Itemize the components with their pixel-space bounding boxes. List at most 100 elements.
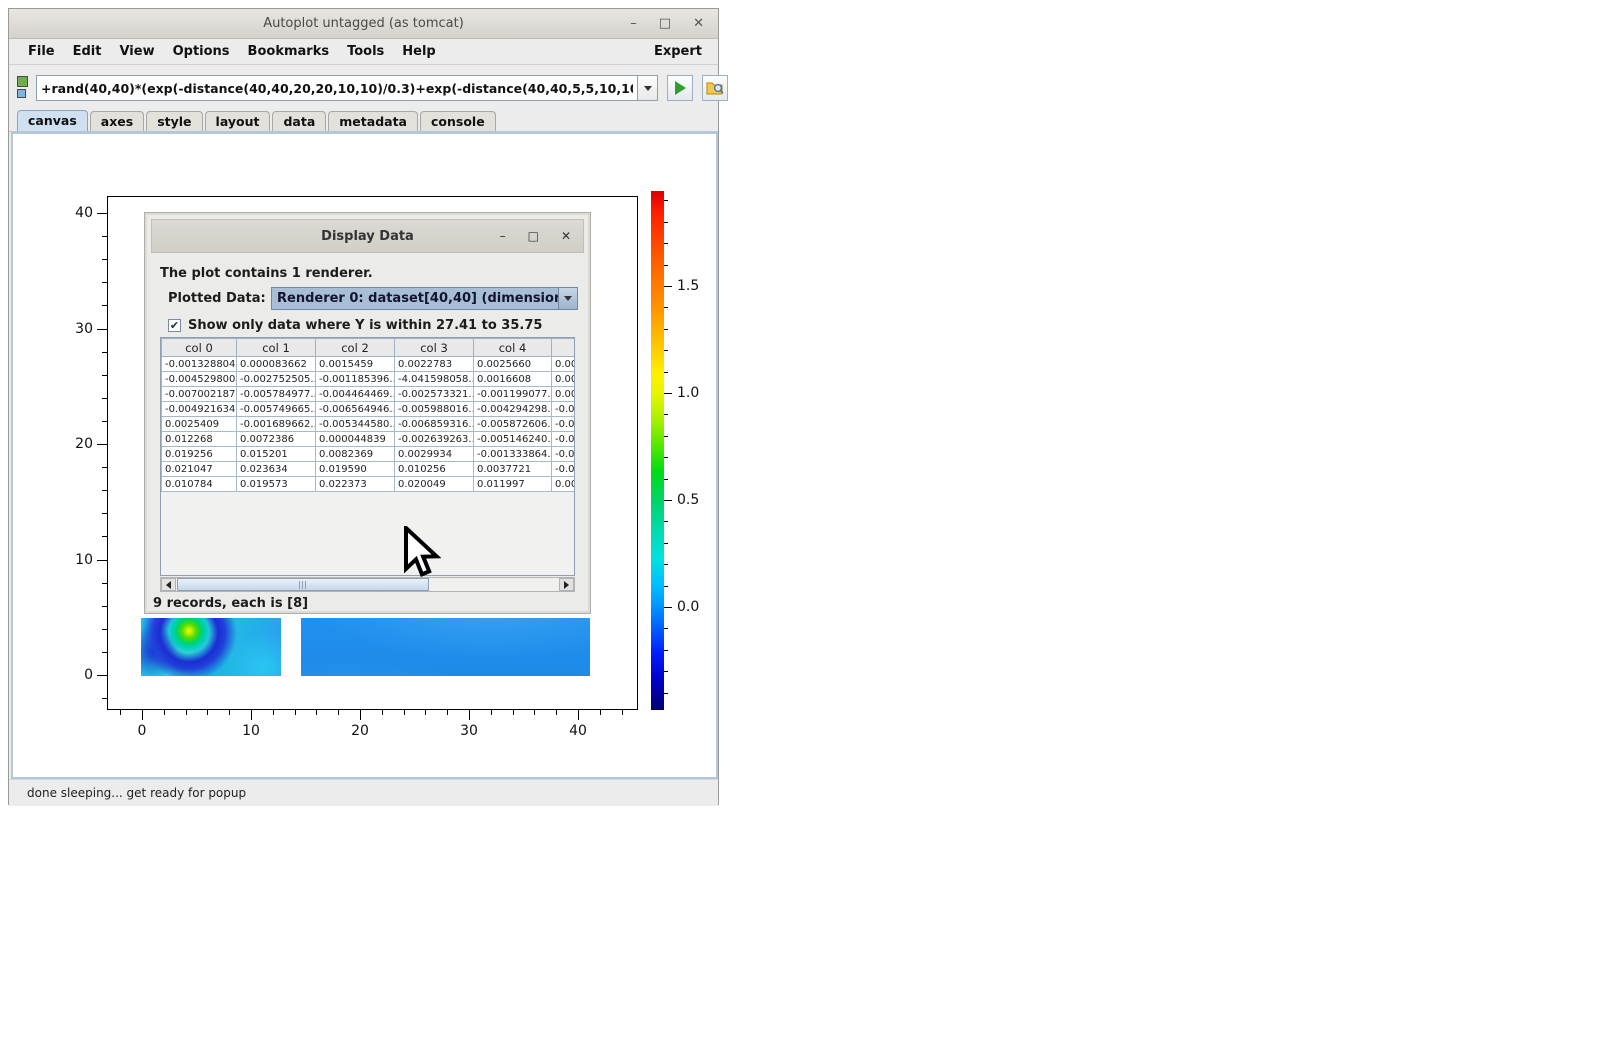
scroll-right-button[interactable] (559, 578, 574, 591)
table-cell[interactable]: 0.019590 (316, 462, 395, 477)
menu-item-tools[interactable]: Tools (340, 42, 391, 61)
tab-console[interactable]: console (420, 111, 496, 131)
table-row[interactable]: -0.004529800...-0.002752505...-0.0011853… (162, 372, 576, 387)
plot-go-button[interactable] (667, 75, 693, 101)
window-titlebar[interactable]: Autoplot untagged (as tomcat) – □ ✕ (9, 9, 718, 39)
table-cell[interactable]: -0.005784977... (237, 387, 316, 402)
table-cell[interactable]: -0.005146240... (474, 432, 552, 447)
table-cell[interactable]: 0.015201 (237, 447, 316, 462)
minimize-icon[interactable]: – (630, 17, 637, 30)
table-cell[interactable]: -0.006859316... (395, 417, 474, 432)
table-cell[interactable]: -0.001689662... (237, 417, 316, 432)
table-cell[interactable]: -0.005872606... (474, 417, 552, 432)
table-cell[interactable]: 0.0082369 (316, 447, 395, 462)
table-cell[interactable]: -0.0 (552, 462, 576, 477)
table-cell[interactable]: 0.021047 (162, 462, 237, 477)
table-cell[interactable]: -0.005344580... (316, 417, 395, 432)
scroll-left-button[interactable] (161, 578, 176, 591)
table-cell[interactable]: -0.004529800... (162, 372, 237, 387)
tab-canvas[interactable]: canvas (17, 110, 88, 131)
table-cell[interactable]: -0.006564946... (316, 402, 395, 417)
table-cell[interactable]: 0.0025660 (474, 357, 552, 372)
table-cell[interactable]: -0.0 (552, 447, 576, 462)
table-row[interactable]: 0.0025409-0.001689662...-0.005344580...-… (162, 417, 576, 432)
menu-item-file[interactable]: File (21, 42, 62, 61)
table-header-cell[interactable] (552, 339, 576, 357)
uri-input[interactable] (36, 75, 638, 101)
table-cell[interactable]: 0.019573 (237, 477, 316, 492)
dialog-maximize-icon[interactable]: □ (528, 230, 539, 242)
table-cell[interactable]: 0.012268 (162, 432, 237, 447)
table-cell[interactable]: -0.002639263... (395, 432, 474, 447)
table-cell[interactable]: 0.000083662 (237, 357, 316, 372)
table-cell[interactable]: -0.001185396... (316, 372, 395, 387)
table-row[interactable]: 0.0107840.0195730.0223730.0200490.011997… (162, 477, 576, 492)
table-header-cell[interactable]: col 0 (162, 339, 237, 357)
uri-dropdown-button[interactable] (638, 75, 658, 101)
table-cell[interactable]: -0.004921634... (162, 402, 237, 417)
table-header-cell[interactable]: col 2 (316, 339, 395, 357)
maximize-icon[interactable]: □ (659, 17, 671, 30)
data-table-viewport[interactable]: col 0col 1col 2col 3col 4 -0.001328804..… (160, 337, 575, 576)
tab-layout[interactable]: layout (205, 111, 271, 131)
table-cell[interactable]: -0.0 (552, 417, 576, 432)
plotted-data-select[interactable]: Renderer 0: dataset[40,40] (dimension... (271, 287, 578, 310)
close-icon[interactable]: ✕ (693, 17, 704, 30)
menu-item-expert[interactable]: Expert (650, 42, 706, 61)
y-filter-checkbox[interactable]: ✔ (168, 319, 181, 332)
table-cell[interactable]: 0.022373 (316, 477, 395, 492)
scrollbar-thumb[interactable] (177, 578, 429, 591)
menu-item-help[interactable]: Help (395, 42, 442, 61)
table-cell[interactable]: 0.011997 (474, 477, 552, 492)
dialog-titlebar[interactable]: Display Data – □ ✕ (151, 219, 584, 253)
table-cell[interactable]: 0.010784 (162, 477, 237, 492)
table-row[interactable]: 0.0192560.0152010.00823690.0029934-0.001… (162, 447, 576, 462)
table-header-cell[interactable]: col 3 (395, 339, 474, 357)
table-row[interactable]: -0.004921634...-0.005749665...-0.0065649… (162, 402, 576, 417)
table-cell[interactable]: 0.00 (552, 477, 576, 492)
table-cell[interactable]: -0.002752505... (237, 372, 316, 387)
tab-style[interactable]: style (146, 111, 202, 131)
table-cell[interactable]: 0.00 (552, 372, 576, 387)
table-row[interactable]: -0.007002187...-0.005784977...-0.0044644… (162, 387, 576, 402)
table-header-cell[interactable]: col 1 (237, 339, 316, 357)
table-cell[interactable]: -0.001333864... (474, 447, 552, 462)
table-cell[interactable]: 0.023634 (237, 462, 316, 477)
tab-data[interactable]: data (272, 111, 326, 131)
table-cell[interactable]: 0.010256 (395, 462, 474, 477)
table-cell[interactable]: -0.005749665... (237, 402, 316, 417)
dialog-close-icon[interactable]: ✕ (561, 230, 571, 242)
dialog-minimize-icon[interactable]: – (500, 230, 506, 242)
table-cell[interactable]: -0.007002187... (162, 387, 237, 402)
table-header-cell[interactable]: col 4 (474, 339, 552, 357)
table-cell[interactable]: -0.002573321... (395, 387, 474, 402)
table-cell[interactable]: -0.001328804... (162, 357, 237, 372)
table-cell[interactable]: 0.000044839 (316, 432, 395, 447)
menu-item-view[interactable]: View (112, 42, 161, 61)
table-cell[interactable]: 0.00 (552, 357, 576, 372)
tab-axes[interactable]: axes (90, 111, 144, 131)
table-row[interactable]: 0.0210470.0236340.0195900.0102560.003772… (162, 462, 576, 477)
table-cell[interactable]: 0.019256 (162, 447, 237, 462)
tab-metadata[interactable]: metadata (328, 111, 418, 131)
plotted-data-dropdown-button[interactable] (558, 288, 577, 309)
table-cell[interactable]: -0.0 (552, 432, 576, 447)
table-cell[interactable]: 0.0029934 (395, 447, 474, 462)
table-cell[interactable]: -0.0 (552, 402, 576, 417)
table-cell[interactable]: -0.005988016... (395, 402, 474, 417)
menu-item-edit[interactable]: Edit (66, 42, 109, 61)
table-cell[interactable]: 0.0015459 (316, 357, 395, 372)
table-cell[interactable]: 0.0072386 (237, 432, 316, 447)
table-cell[interactable]: -0.004294298... (474, 402, 552, 417)
table-cell[interactable]: -0.001199077... (474, 387, 552, 402)
open-file-button[interactable] (702, 75, 728, 101)
table-row[interactable]: 0.0122680.00723860.000044839-0.002639263… (162, 432, 576, 447)
table-cell[interactable]: 0.0037721 (474, 462, 552, 477)
datasource-type-icon[interactable] (17, 75, 30, 101)
table-cell[interactable]: 0.0016608 (474, 372, 552, 387)
table-cell[interactable]: -4.041598058... (395, 372, 474, 387)
table-cell[interactable]: 0.0022783 (395, 357, 474, 372)
table-row[interactable]: -0.001328804...0.0000836620.00154590.002… (162, 357, 576, 372)
table-cell[interactable]: 0.00 (552, 387, 576, 402)
table-cell[interactable]: 0.0025409 (162, 417, 237, 432)
